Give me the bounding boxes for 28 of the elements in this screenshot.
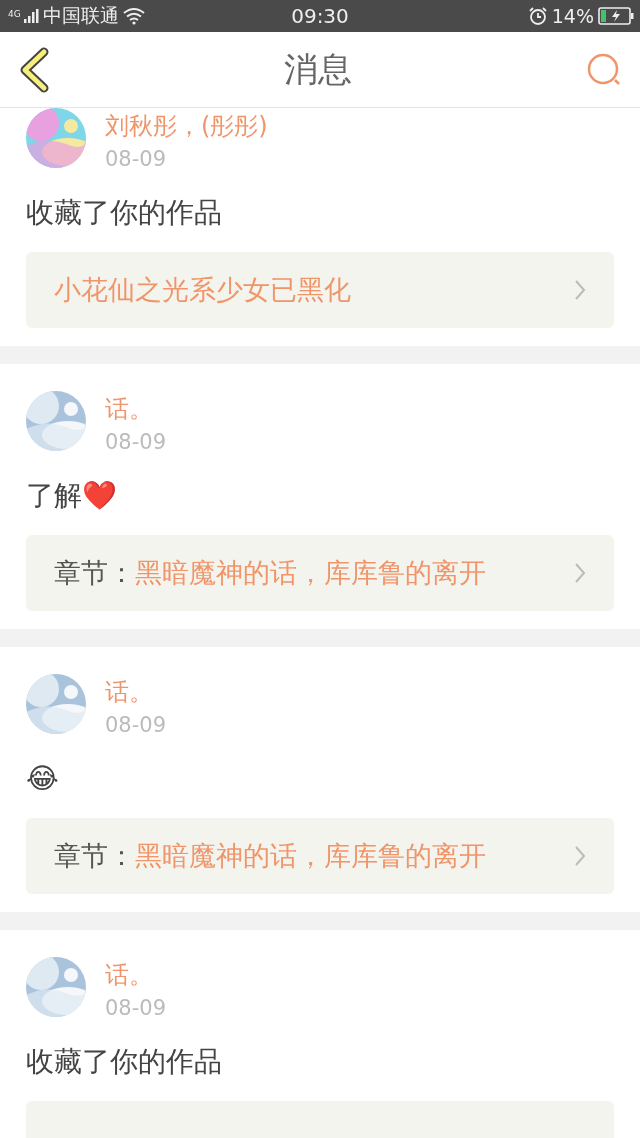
message-text: 收藏了你的作品 [26,1044,223,1080]
network-type: 4G [8,9,21,19]
battery-percent: 14% [551,5,594,27]
clock-time: 09:30 [291,4,349,28]
message-date: 08-09 [105,429,167,455]
message-date: 08-09 [105,146,168,172]
message-date: 08-09 [105,995,167,1021]
chevron-icon [574,562,586,584]
work-link[interactable]: 章节：黑暗魔神的话，库库鲁的离开 [26,535,614,611]
message-text: 😂 [26,761,60,797]
user-name[interactable]: 刘秋彤，(彤彤) [105,112,268,140]
user-name[interactable]: 话。 [105,678,167,706]
back-button[interactable] [18,46,50,93]
signal-icon [22,8,39,24]
work-link[interactable]: 小花仙之光系少女已黑化 [26,252,614,328]
carrier-name: 中国联通 [42,3,119,28]
battery-icon [598,7,634,25]
chevron-icon [574,279,586,301]
alarm-icon [527,6,548,26]
wifi-icon [122,7,145,25]
message-text: 了解❤ [26,478,118,514]
chevron-icon [574,845,586,867]
page-title: 消息 [284,47,352,91]
message-text: 收藏了你的作品 [26,195,223,231]
message-date: 08-09 [105,712,167,738]
work-link[interactable]: 章节：黑暗魔神的话，库库鲁的离开 [26,818,614,894]
user-name[interactable]: 话。 [105,961,167,989]
user-name[interactable]: 话。 [105,395,167,423]
